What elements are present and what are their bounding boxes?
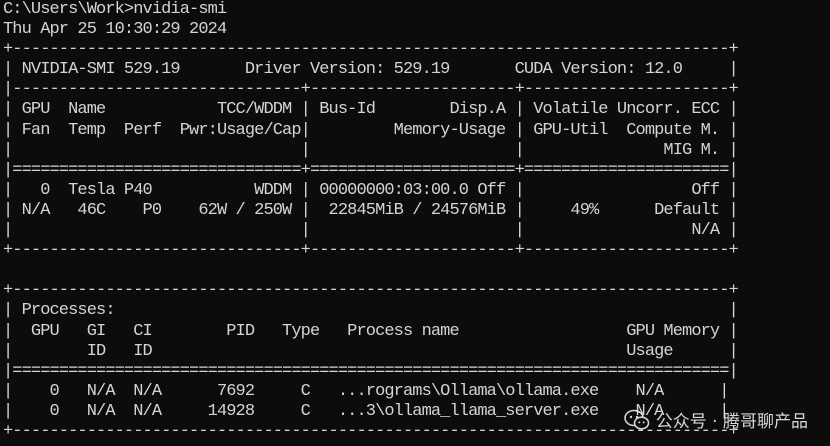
gpu-header-row-1: | GPU Name TCC/WDDM | Bus-Id Disp.A | Vo… xyxy=(3,100,739,120)
process-row: | 0 N/A N/A 7692 C ...rograms\Ollama\oll… xyxy=(3,381,729,401)
processes-header-row-2: | ID ID Usage | xyxy=(3,341,739,361)
processes-double-divider: |=======================================… xyxy=(3,361,739,381)
gpu-row-1: | 0 Tesla P40 WDDM | 00000000:03:00.0 Of… xyxy=(3,180,739,200)
processes-header-row-1: | GPU GI CI PID Type Process name GPU Me… xyxy=(3,321,739,341)
table-border-top: +---------------------------------------… xyxy=(3,40,739,60)
terminal-output: C:\Users\Work>nvidia-smi Thu Apr 25 10:30… xyxy=(3,0,739,442)
table-double-divider: |===============================+=======… xyxy=(3,160,739,180)
processes-title-row: | Processes: | xyxy=(3,301,739,321)
table-border-bottom: +-------------------------------+-------… xyxy=(3,241,739,261)
table-divider: |-------------------------------+-------… xyxy=(3,80,739,100)
gpu-row-2: | N/A 46C P0 62W / 250W | 22845MiB / 245… xyxy=(3,200,739,220)
wechat-icon xyxy=(623,409,650,431)
gpu-header-row-3: | | | MIG M. | xyxy=(3,140,739,160)
terminal-window[interactable]: C:\Users\Work>nvidia-smi Thu Apr 25 10:30… xyxy=(0,0,830,446)
gpu-row-3: | | | N/A | xyxy=(3,221,739,241)
timestamp-line: Thu Apr 25 10:30:29 2024 xyxy=(3,20,227,40)
processes-border-top: +---------------------------------------… xyxy=(3,281,739,301)
gpu-header-row-2: | Fan Temp Perf Pwr:Usage/Cap| Memory-Us… xyxy=(3,120,739,140)
watermark: 公众号 · 腾哥聊产品 xyxy=(623,407,808,432)
watermark-text: 公众号 · 腾哥聊产品 xyxy=(655,412,808,432)
version-row: | NVIDIA-SMI 529.19 Driver Version: 529.… xyxy=(3,60,739,80)
command-line: C:\Users\Work>nvidia-smi xyxy=(3,0,227,19)
